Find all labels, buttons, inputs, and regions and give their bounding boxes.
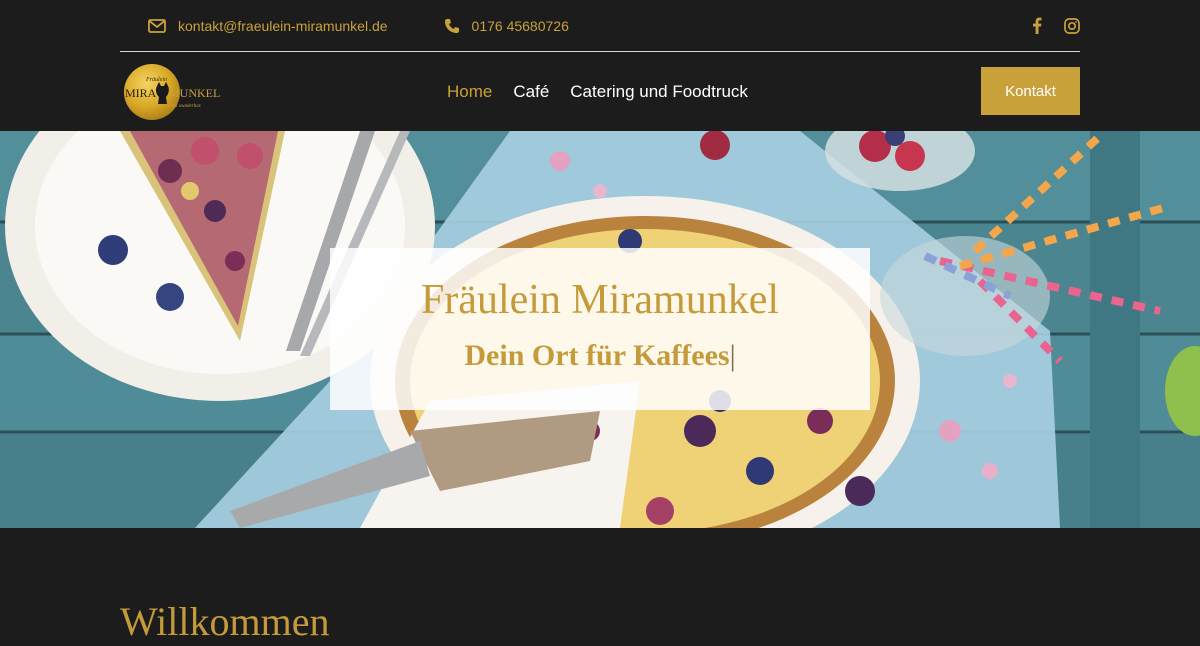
- hero-banner: Fräulein Miramunkel Dein Ort für Kaffees…: [0, 131, 1200, 528]
- facebook-icon: [1033, 17, 1042, 34]
- logo-mira: MIRA: [125, 86, 157, 100]
- nav-cafe[interactable]: Café: [513, 82, 549, 102]
- email-link[interactable]: kontakt@fraeulein-miramunkel.de: [178, 18, 388, 34]
- typing-cursor: |: [729, 339, 736, 372]
- welcome-heading: Willkommen: [120, 599, 330, 644]
- hero-subtitle-text: Dein Ort für Kaffees: [464, 339, 730, 372]
- primary-nav: Home Café Catering und Foodtruck: [447, 52, 769, 131]
- logo-munkel: MUNKEL: [169, 86, 220, 100]
- phone-link[interactable]: 0176 45680726: [472, 18, 569, 34]
- hero-text-box: Fräulein Miramunkel Dein Ort für Kaffees…: [330, 248, 870, 410]
- nav-catering[interactable]: Catering und Foodtruck: [570, 82, 748, 102]
- kontakt-button[interactable]: Kontakt: [981, 67, 1080, 115]
- main-navbar: Fräulein MIRA MUNKEL alles wunderbar. Ho…: [120, 52, 1080, 131]
- phone-icon: [444, 18, 459, 33]
- social-links: [1010, 0, 1080, 51]
- hero-subtitle: Dein Ort für Kaffees|: [330, 340, 870, 372]
- hero-title: Fräulein Miramunkel: [420, 277, 780, 323]
- instagram-icon: [1064, 17, 1080, 34]
- envelope-icon: [148, 18, 166, 33]
- logo-tagline: alles wunderbar.: [168, 104, 201, 109]
- top-contact-bar: kontakt@fraeulein-miramunkel.de 0176 456…: [120, 0, 1080, 52]
- logo-prefix: Fräulein: [145, 77, 167, 83]
- email-contact[interactable]: kontakt@fraeulein-miramunkel.de: [120, 18, 388, 34]
- site-logo[interactable]: Fräulein MIRA MUNKEL alles wunderbar.: [120, 62, 220, 122]
- nav-home[interactable]: Home: [447, 82, 492, 102]
- facebook-link[interactable]: [1032, 17, 1042, 34]
- instagram-link[interactable]: [1064, 17, 1080, 34]
- phone-contact[interactable]: 0176 45680726: [416, 18, 569, 34]
